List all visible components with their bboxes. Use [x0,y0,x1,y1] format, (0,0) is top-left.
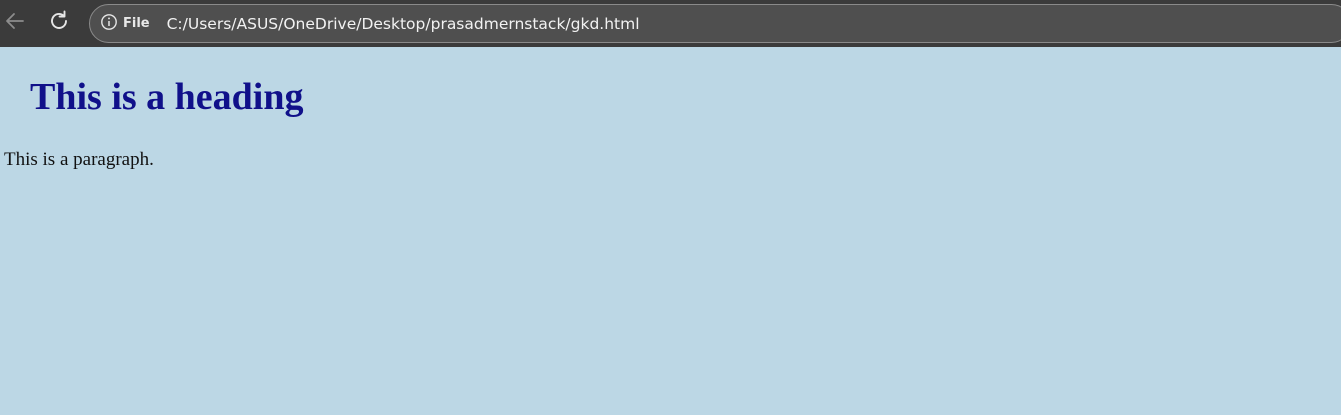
reload-icon [47,9,71,38]
url-text[interactable]: C:/Users/ASUS/OneDrive/Desktop/prasadmer… [167,15,640,33]
back-arrow-icon [3,9,27,38]
page-paragraph: This is a paragraph. [4,149,154,170]
page-heading: This is a heading [30,76,304,118]
site-info-label: File [123,16,150,31]
browser-toolbar: File C:/Users/ASUS/OneDrive/Desktop/pras… [0,0,1341,47]
reload-button[interactable] [45,9,73,37]
page-content: This is a heading This is a paragraph. [0,47,1341,415]
info-icon [100,13,118,35]
back-button[interactable] [1,9,29,37]
address-bar[interactable]: File C:/Users/ASUS/OneDrive/Desktop/pras… [89,4,1341,43]
site-info-button[interactable]: File [100,5,150,42]
